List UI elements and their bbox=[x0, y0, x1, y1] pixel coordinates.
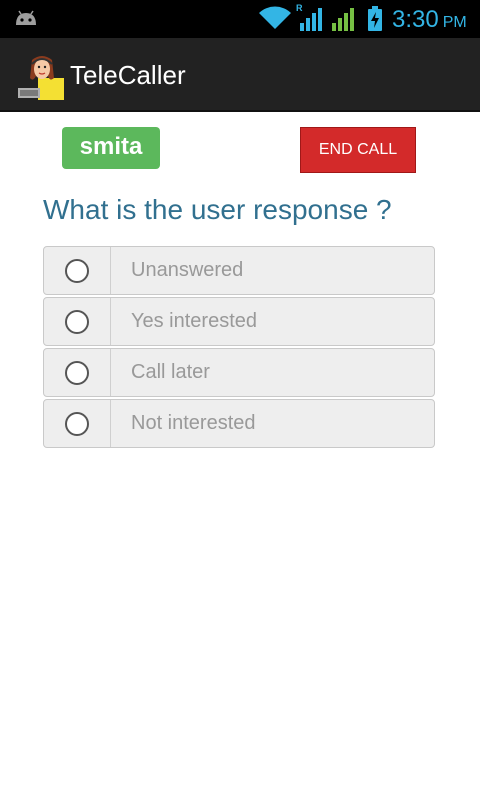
wifi-icon bbox=[259, 6, 291, 29]
clock-time: 3:30 bbox=[392, 6, 439, 33]
signal-icon bbox=[332, 8, 354, 31]
response-options: Unanswered Yes interested Call later Not… bbox=[43, 246, 435, 450]
option-unanswered[interactable]: Unanswered bbox=[43, 246, 435, 295]
status-bar: R 3:30 PM bbox=[0, 0, 480, 38]
radio-button[interactable] bbox=[65, 258, 89, 283]
user-name-badge: smita bbox=[62, 127, 160, 169]
radio-button[interactable] bbox=[65, 360, 89, 385]
radio-cell[interactable] bbox=[44, 400, 111, 447]
radio-cell[interactable] bbox=[44, 298, 111, 345]
signal-icon bbox=[300, 8, 322, 31]
option-not-interested[interactable]: Not interested bbox=[43, 399, 435, 448]
clock: 3:30 PM bbox=[392, 6, 467, 37]
clock-ampm: PM bbox=[442, 14, 467, 31]
action-bar: TeleCaller bbox=[0, 38, 480, 112]
option-yes-interested[interactable]: Yes interested bbox=[43, 297, 435, 346]
radio-cell[interactable] bbox=[44, 247, 111, 294]
telecaller-avatar-icon[interactable] bbox=[18, 52, 66, 100]
question-heading: What is the user response ? bbox=[43, 194, 392, 225]
android-icon bbox=[16, 10, 36, 25]
option-label[interactable]: Call later bbox=[111, 349, 210, 396]
option-call-later[interactable]: Call later bbox=[43, 348, 435, 397]
option-label[interactable]: Unanswered bbox=[111, 247, 243, 294]
app-title: TeleCaller bbox=[70, 60, 186, 90]
radio-cell[interactable] bbox=[44, 349, 111, 396]
radio-button[interactable] bbox=[65, 309, 89, 334]
end-call-button[interactable]: END CALL bbox=[300, 127, 416, 173]
option-label[interactable]: Not interested bbox=[111, 400, 256, 447]
battery-charging-icon bbox=[368, 6, 382, 31]
option-label[interactable]: Yes interested bbox=[111, 298, 257, 345]
radio-button[interactable] bbox=[65, 411, 89, 436]
